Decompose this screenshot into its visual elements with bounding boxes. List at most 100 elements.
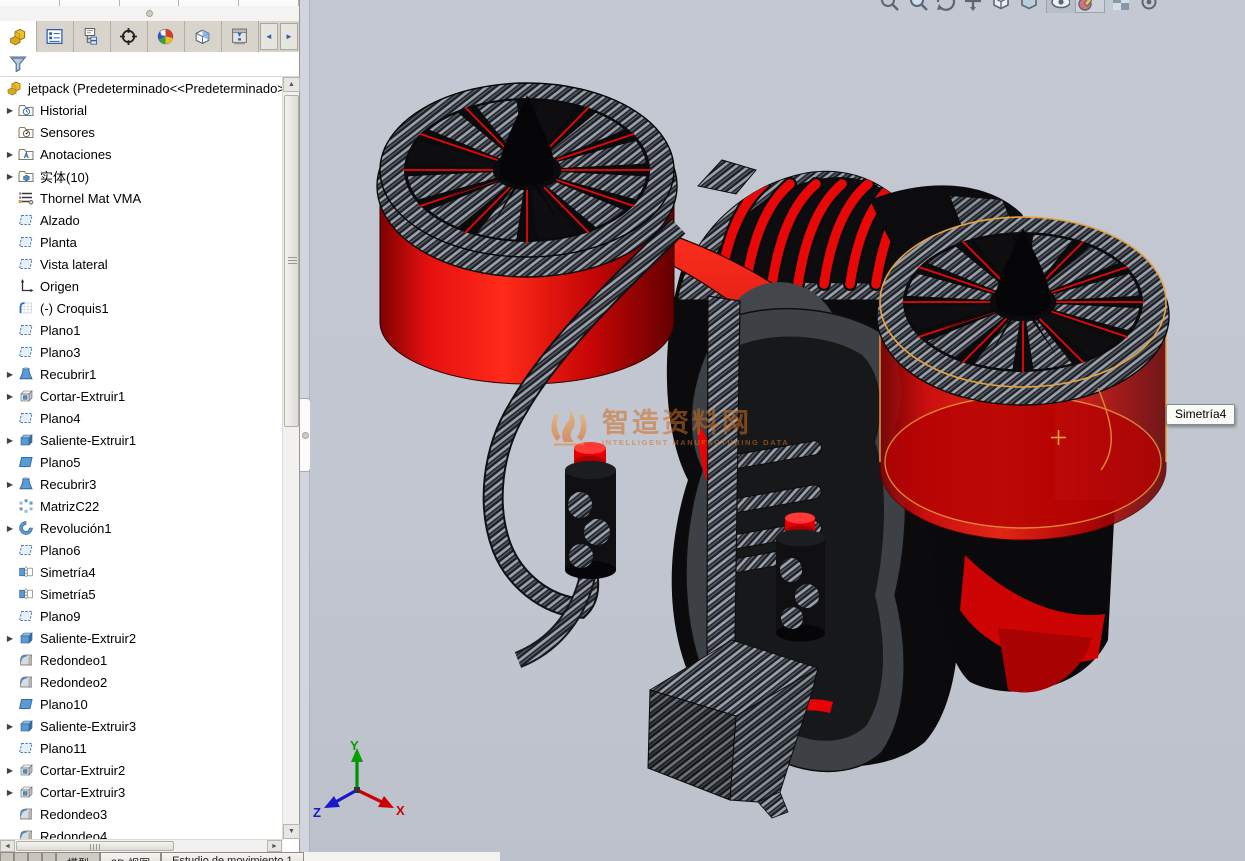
tree-item[interactable]: Plano11 (0, 737, 283, 759)
zoom-window-icon[interactable] (878, 0, 901, 13)
tree-item[interactable]: ▶Revolución1 (0, 517, 283, 539)
view-orientation-icon[interactable] (990, 0, 1013, 13)
graphics-viewport[interactable]: Y X Z 智造资料网 INTELLIGENT (310, 0, 1245, 861)
tree-item[interactable]: Redondeo1 (0, 649, 283, 671)
scroll-up-button[interactable]: ▲ (283, 77, 300, 92)
tree-item[interactable]: Plano9 (0, 605, 283, 627)
tree-item[interactable]: ▶Cortar-Extruir2 (0, 759, 283, 781)
expand-arrow-icon[interactable]: ▶ (2, 480, 18, 489)
left-grip-handle[interactable] (518, 442, 616, 660)
tree-item[interactable]: Simetría4 (0, 561, 283, 583)
jetpack-3d-model[interactable]: Y X Z (310, 0, 1245, 861)
propertymanager-tab[interactable] (37, 21, 74, 52)
tree-item[interactable]: ▶Cortar-Extruir3 (0, 781, 283, 803)
display-button-group (1046, 0, 1105, 13)
tree-item[interactable]: ▶Recubrir3 (0, 473, 283, 495)
expand-arrow-icon[interactable]: ▶ (2, 370, 18, 379)
pattern-icon (18, 498, 34, 514)
expand-arrow-icon[interactable]: ▶ (2, 106, 18, 115)
tree-item[interactable]: ▶Recubrir1 (0, 363, 283, 385)
tree-item[interactable]: ▶实体(10) (0, 165, 283, 187)
tree-item[interactable]: ▶Cortar-Extruir1 (0, 385, 283, 407)
tree-item[interactable]: Thornel Mat VMA (0, 187, 283, 209)
mirror-icon (18, 564, 34, 580)
tab-scroll-cell[interactable] (28, 852, 42, 861)
scroll-right-button[interactable]: ► (267, 840, 282, 852)
panel-vertical-splitter[interactable] (300, 0, 310, 861)
scroll-down-button[interactable]: ▼ (283, 824, 300, 839)
tab-scroll-cell[interactable] (14, 852, 28, 861)
expand-arrow-icon[interactable]: ▶ (2, 172, 18, 181)
tree-item[interactable]: Simetría5 (0, 583, 283, 605)
tree-item[interactable]: Origen (0, 275, 283, 297)
vertical-scroll-thumb[interactable] (284, 95, 299, 427)
tree-item-label: Anotaciones (40, 147, 112, 162)
sketch-icon (18, 300, 34, 316)
tree-item-label: Plano1 (40, 323, 80, 338)
cut-extrude-icon (18, 388, 34, 404)
right-fan-selected[interactable] (877, 217, 1169, 540)
tree-item[interactable]: ▶Saliente-Extruir3 (0, 715, 283, 737)
expand-arrow-icon[interactable]: ▶ (2, 150, 18, 159)
horizontal-scroll-thumb[interactable] (16, 841, 174, 851)
tree-item[interactable]: Plano4 (0, 407, 283, 429)
zoom-fit-icon[interactable] (906, 0, 929, 13)
tab-scroll-cell[interactable] (0, 852, 14, 861)
tree-root-item[interactable]: jetpack (Predeterminado<<Predeterminado> (0, 77, 283, 99)
dimxpertmanager-tab[interactable] (111, 21, 148, 52)
tree-vertical-scrollbar[interactable]: ▲ ▼ (282, 77, 299, 839)
graphics-viewer-tab[interactable] (185, 21, 222, 52)
tree-item[interactable]: (-) Croquis1 (0, 297, 283, 319)
heads-up-view-toolbar[interactable] (878, 0, 1238, 13)
expand-arrow-icon[interactable]: ▶ (2, 788, 18, 797)
model-tab[interactable]: Estudio de movimiento 1 (161, 852, 303, 861)
tab-scroll-cell[interactable] (42, 852, 56, 861)
panel-horizontal-splitter[interactable] (0, 6, 299, 21)
tree-item[interactable]: ▶Historial (0, 99, 283, 121)
displaymanager-tab[interactable] (148, 21, 185, 52)
tree-item[interactable]: Plano5 (0, 451, 283, 473)
tree-item[interactable]: ▶ Anotaciones (0, 143, 283, 165)
expand-arrow-icon[interactable]: ▶ (2, 766, 18, 775)
filter-funnel-icon[interactable] (8, 54, 28, 74)
expand-arrow-icon[interactable]: ▶ (2, 634, 18, 643)
display-style-icon[interactable] (1018, 0, 1041, 13)
expand-arrow-icon[interactable]: ▶ (2, 722, 18, 731)
edit-appearance-icon[interactable] (1076, 0, 1104, 13)
configurationmanager-tab[interactable] (74, 21, 111, 52)
tree-item[interactable]: Vista lateral (0, 253, 283, 275)
expand-arrow-icon[interactable]: ▶ (2, 392, 18, 401)
tree-item[interactable]: Plano1 (0, 319, 283, 341)
tree-item[interactable]: ▶Saliente-Extruir2 (0, 627, 283, 649)
tree-item[interactable]: Sensores (0, 121, 283, 143)
expand-arrow-icon[interactable]: ▶ (2, 436, 18, 445)
tab-scroll-right-button[interactable]: ► (280, 23, 298, 50)
left-fan[interactable] (377, 83, 677, 384)
print3d-tab[interactable] (222, 21, 259, 52)
tree-item[interactable]: Planta (0, 231, 283, 253)
expand-arrow-icon[interactable]: ▶ (2, 524, 18, 533)
tree-item[interactable]: MatrizC22 (0, 495, 283, 517)
model-tabs-bar[interactable]: 模型3D 视图Estudio de movimiento 1 (0, 852, 500, 861)
featuremanager-tab[interactable] (0, 21, 37, 52)
propertymanager-tab-icon (45, 27, 64, 46)
tree-item[interactable]: Redondeo3 (0, 803, 283, 825)
tab-scroll-left-button[interactable]: ◄ (260, 23, 278, 50)
tree-item[interactable]: ▶Saliente-Extruir1 (0, 429, 283, 451)
tree-item[interactable]: Plano6 (0, 539, 283, 561)
model-tab[interactable]: 3D 视图 (100, 852, 161, 861)
model-tab[interactable]: 模型 (56, 852, 100, 861)
scroll-left-button[interactable]: ◄ (0, 840, 15, 852)
tree-item[interactable]: Plano3 (0, 341, 283, 363)
hide-show-items-icon[interactable] (1047, 0, 1076, 13)
tree-item[interactable]: Alzado (0, 209, 283, 231)
carbon-box[interactable] (648, 640, 818, 818)
tree-item[interactable]: Redondeo2 (0, 671, 283, 693)
tree-item[interactable]: Redondeo4 (0, 825, 283, 839)
tree-item[interactable]: Plano10 (0, 693, 283, 715)
tree-horizontal-scrollbar[interactable]: ◄ ► (0, 839, 283, 852)
rotate-view-icon[interactable] (934, 0, 957, 13)
pan-icon[interactable] (962, 0, 985, 13)
view-settings-icon[interactable] (1138, 0, 1161, 13)
apply-scene-icon[interactable] (1110, 0, 1133, 13)
